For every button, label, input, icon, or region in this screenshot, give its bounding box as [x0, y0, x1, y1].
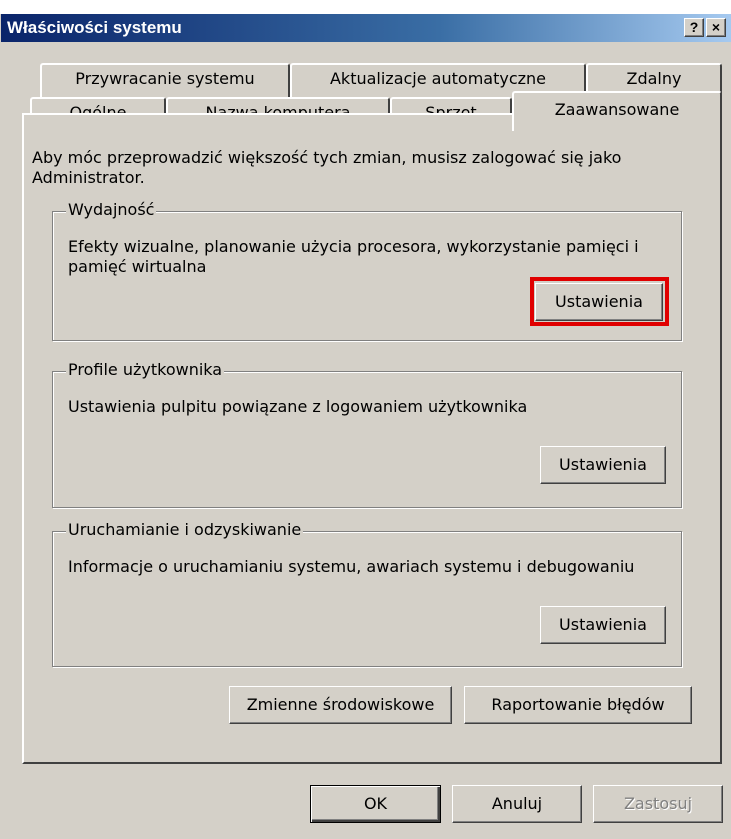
group-startup-recovery-label: Uruchamianie i odzyskiwanie	[66, 520, 304, 540]
group-performance-label: Wydajność	[66, 200, 157, 220]
group-startup-recovery: Uruchamianie i odzyskiwanie Informacje o…	[52, 520, 682, 667]
apply-button[interactable]: Zastosuj	[593, 785, 723, 823]
group-user-profiles-description: Ustawienia pulpitu powiązane z logowanie…	[68, 397, 528, 416]
group-user-profiles-label: Profile użytkownika	[66, 360, 225, 380]
environment-variables-button[interactable]: Zmienne środowiskowe	[229, 686, 452, 724]
tab-advanced[interactable]: Zaawansowane	[512, 91, 722, 131]
error-reporting-button[interactable]: Raportowanie błędów	[464, 686, 692, 724]
highlight-box	[530, 277, 669, 326]
ok-button[interactable]: OK	[310, 785, 441, 823]
window-title: Właściwości systemu	[7, 18, 182, 37]
cancel-button[interactable]: Anuluj	[452, 785, 582, 823]
startup-recovery-settings-button[interactable]: Ustawienia	[540, 606, 666, 644]
close-button[interactable]: ×	[706, 18, 726, 37]
group-startup-recovery-description: Informacje o uruchamianiu systemu, awari…	[68, 557, 635, 576]
help-button[interactable]: ?	[684, 18, 704, 37]
group-user-profiles: Profile użytkownika Ustawienia pulpitu p…	[52, 360, 682, 508]
admin-notice: Aby móc przeprowadzić większość tych zmi…	[32, 148, 622, 187]
title-bar[interactable]: Właściwości systemu ? ×	[1, 14, 731, 42]
user-profiles-settings-button[interactable]: Ustawienia	[540, 446, 666, 484]
tab-system-restore[interactable]: Przywracanie systemu	[40, 63, 290, 97]
group-performance-description: Efekty wizualne, planowanie użycia proce…	[68, 237, 639, 276]
